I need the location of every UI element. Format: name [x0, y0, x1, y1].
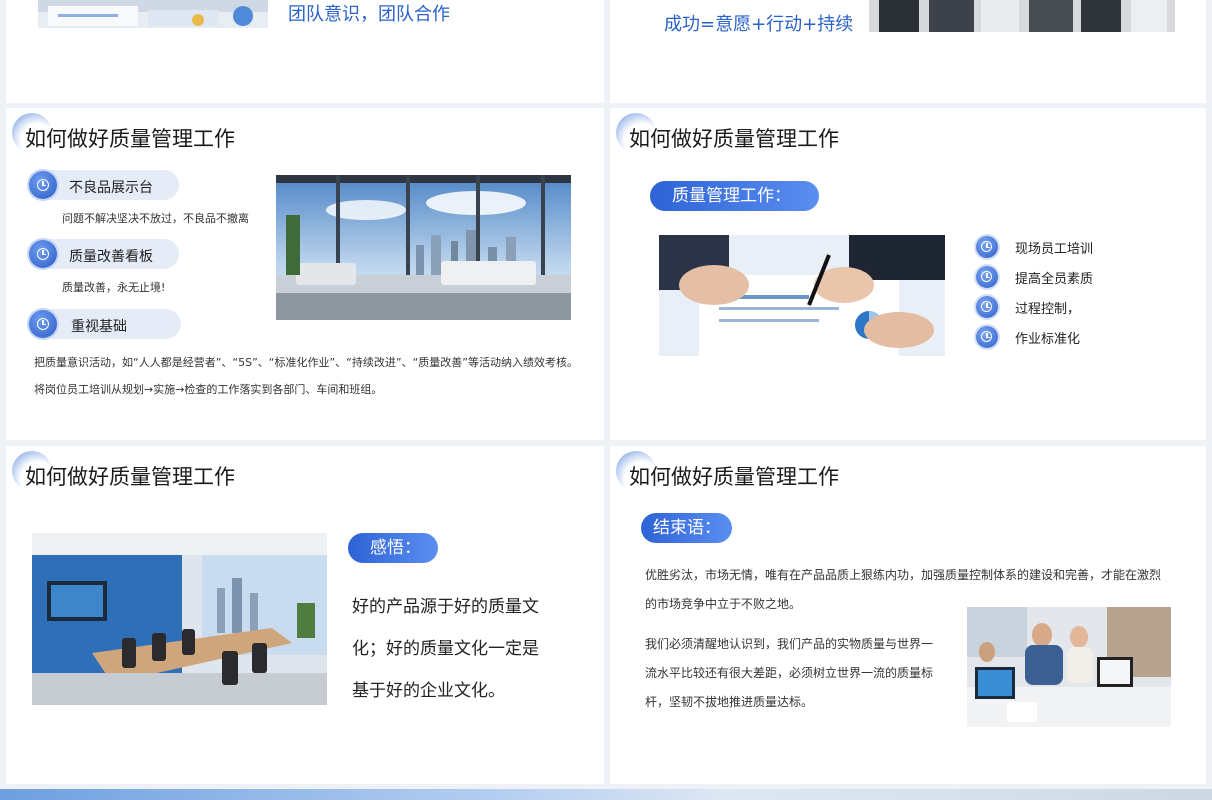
slide-team-awareness: 团队意识，团队合作: [6, 0, 604, 103]
slide-quality-management-2: 如何做好质量管理工作 质量管理工作： 现场员工培训 提高全员素质 过程控制， 作…: [610, 108, 1206, 440]
section-pill: 质量管理工作：: [650, 181, 819, 211]
section-pill: 感悟：: [348, 533, 438, 563]
conference-room-photo: [32, 533, 327, 705]
list-item-label: 重视基础: [71, 319, 127, 335]
slide-quality-management-3: 如何做好质量管理工作 感悟： 好的产品源于好的质量文 化；好的质量文化一定是 基…: [6, 446, 604, 784]
clock-icon: [976, 296, 998, 318]
insight-line: 基于好的企业文化。: [352, 681, 505, 701]
slide-quality-management-4: 如何做好质量管理工作 结束语： 优胜劣汰，市场无情，唯有在产品品质上狠练内功，加…: [610, 446, 1206, 784]
body-paragraph: 把质量意识活动，如“人人都是经营者”、“5S”、“标准化作业”、“持续改进”、“…: [34, 356, 578, 396]
clock-icon: [29, 171, 57, 199]
list-item-label: 不良品展示台: [69, 180, 153, 196]
list-item-desc: 问题不解决坚决不放过，不良品不撤离: [62, 212, 249, 225]
bottom-slide-strip: [0, 789, 1212, 800]
clock-icon: [976, 326, 998, 348]
clock-icon: [29, 310, 57, 338]
list-item-desc: 质量改善，永无止境!: [62, 281, 166, 294]
office-city-view-photo: [276, 175, 571, 320]
team-caption: 团队意识，团队合作: [288, 4, 450, 25]
list-item-label: 质量改善看板: [69, 249, 153, 265]
team-working-photo: [967, 607, 1171, 727]
insight-line: 好的产品源于好的质量文: [352, 597, 539, 617]
clock-icon: [976, 266, 998, 288]
slide-success-formula: 成功=意愿+行动+持续: [610, 0, 1206, 103]
success-caption: 成功=意愿+行动+持续: [664, 14, 854, 35]
insight-line: 化；好的质量文化一定是: [352, 639, 539, 659]
clock-icon: [29, 240, 57, 268]
signing-document-photo: [659, 235, 945, 356]
closing-paragraph-2: 我们必须清醒地认识到，我们产品的实物质量与世界一流水平比较还有很大差距，必须树立…: [645, 637, 934, 709]
business-team-photo: [869, 0, 1175, 32]
office-desk-photo: [38, 0, 268, 28]
section-pill: 结束语：: [641, 513, 732, 543]
clock-icon: [976, 236, 998, 258]
slide-quality-management-1: 如何做好质量管理工作 不良品展示台 问题不解决坚决不放过，不良品不撤离 质量改善…: [6, 108, 604, 440]
